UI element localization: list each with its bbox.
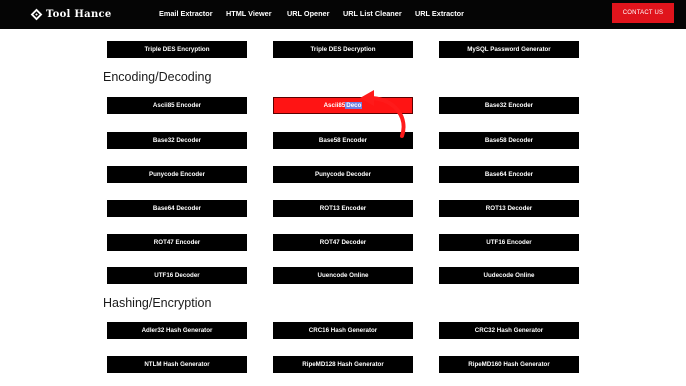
nav-html-viewer[interactable]: HTML Viewer (226, 9, 272, 18)
tool-button-ripemd128-hash-generator[interactable]: RipeMD128 Hash Generator (273, 356, 413, 373)
tool-button-punycode-encoder[interactable]: Punycode Encoder (107, 166, 247, 183)
nav-url-opener[interactable]: URL Opener (287, 9, 329, 18)
tool-button-rot47-decoder[interactable]: ROT47 Decoder (273, 234, 413, 251)
tool-button-triple-des-encryption[interactable]: Triple DES Encryption (107, 41, 247, 58)
tool-button-utf16-decoder[interactable]: UTF16 Decoder (107, 267, 247, 284)
tool-button-base64-encoder[interactable]: Base64 Encoder (439, 166, 579, 183)
tool-button-punycode-decoder[interactable]: Punycode Decoder (273, 166, 413, 183)
tool-button-rot13-decoder[interactable]: ROT13 Decoder (439, 200, 579, 217)
tool-button-ascii85-decoder[interactable]: Ascii85 Deco (273, 97, 413, 114)
top-navbar: Tool Hance Email Extractor HTML Viewer U… (0, 0, 686, 29)
tool-button-ntlm-hash-generator[interactable]: NTLM Hash Generator (107, 356, 247, 373)
main-nav: Email Extractor HTML Viewer URL Opener U… (0, 9, 686, 21)
section-title-hashing-encryption: Hashing/Encryption (103, 296, 212, 310)
tool-button-base64-decoder[interactable]: Base64 Decoder (107, 200, 247, 217)
tool-button-mysql-password-generator[interactable]: MySQL Password Generator (439, 41, 579, 58)
tool-button-rot13-encoder[interactable]: ROT13 Encoder (273, 200, 413, 217)
tool-button-base58-decoder[interactable]: Base58 Decoder (439, 132, 579, 149)
tool-button-base32-encoder[interactable]: Base32 Encoder (439, 97, 579, 114)
tool-button-rot47-encoder[interactable]: ROT47 Encoder (107, 234, 247, 251)
nav-url-list-cleaner[interactable]: URL List Cleaner (343, 9, 402, 18)
contact-us-button[interactable]: CONTACT US (612, 3, 674, 23)
tool-button-uuencode-online[interactable]: Uuencode Online (273, 267, 413, 284)
selected-text: Deco (345, 102, 363, 109)
nav-email-extractor[interactable]: Email Extractor (159, 9, 213, 18)
tool-label-plain: Ascii85 (323, 102, 346, 109)
tool-button-base58-encoder[interactable]: Base58 Encoder (273, 132, 413, 149)
section-title-encoding-decoding: Encoding/Decoding (103, 70, 212, 84)
tool-button-crc16-hash-generator[interactable]: CRC16 Hash Generator (273, 322, 413, 339)
tool-button-triple-des-decryption[interactable]: Triple DES Decryption (273, 41, 413, 58)
tool-button-crc32-hash-generator[interactable]: CRC32 Hash Generator (439, 322, 579, 339)
tool-button-adler32-hash-generator[interactable]: Adler32 Hash Generator (107, 322, 247, 339)
nav-url-extractor[interactable]: URL Extractor (415, 9, 464, 18)
tool-button-ripemd160-hash-generator[interactable]: RipeMD160 Hash Generator (439, 356, 579, 373)
tool-button-base32-decoder[interactable]: Base32 Decoder (107, 132, 247, 149)
tool-button-utf16-encoder[interactable]: UTF16 Encoder (439, 234, 579, 251)
tool-button-uudecode-online[interactable]: Uudecode Online (439, 267, 579, 284)
tool-button-ascii85-encoder[interactable]: Ascii85 Encoder (107, 97, 247, 114)
